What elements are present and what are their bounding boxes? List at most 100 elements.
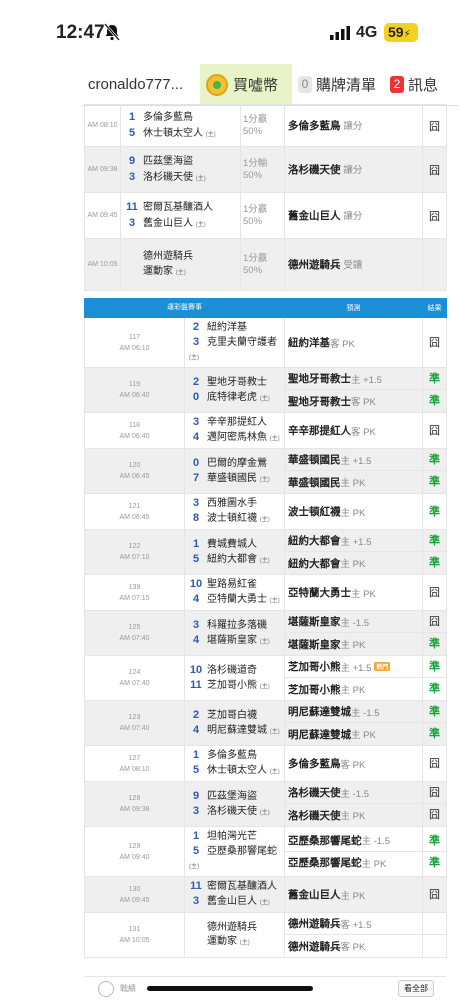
game-no: 125 (128, 624, 141, 631)
prediction-hint: 主 PK (340, 478, 366, 489)
game-no: 129 (128, 842, 141, 850)
team-name: 紐約洋基 (207, 322, 247, 333)
handicap-result: 1分輸 50% (240, 146, 285, 193)
team-line: 4 亞特蘭大勇士 (主) (189, 592, 280, 608)
game-time: AM 09:38 (84, 146, 121, 193)
matchup: 1 費城費城人 5 紐約大都會 (主) (184, 529, 285, 575)
prediction-cell: 紐約大都會 主 +1.5 紐約大都會 主 PK (284, 529, 423, 575)
record-icon (98, 980, 114, 997)
matchup: 德州遊騎兵 運動家 (主) (120, 238, 241, 291)
table-row[interactable]: 139 AM 07:15 10 聖路易紅雀 4 亞特蘭大勇士 (主) 亞特蘭大勇士 主 PK… (84, 574, 447, 611)
msg-count-badge: 2 (390, 76, 404, 93)
team-line: 7 華盛頓國民 (主) (189, 471, 280, 487)
game-number: 120 AM 06:45 (84, 448, 185, 494)
battery-icon: 59⚡ (384, 23, 418, 42)
team-line: 3 洛杉磯天使 (主) (189, 804, 280, 820)
matchup: 9 匹茲堡海盜 3 洛杉磯天使 (主) (120, 146, 241, 193)
tab-buy-coins[interactable]: 買噓幣 (200, 64, 292, 105)
team-name: 坦帕灣光芒 (207, 831, 257, 842)
result-cell: 準準 (422, 826, 447, 877)
prediction-team: 舊金山巨人 (288, 210, 341, 222)
prediction-hint: 讓分 (343, 165, 363, 176)
table-row[interactable]: 122 AM 07:10 1 費城費城人 5 紐約大都會 (主) 紐約大都會 主 +1.5 紐… (84, 529, 447, 575)
coin-icon (206, 73, 228, 96)
handicap-pct: 50% (243, 215, 263, 227)
view-all-button[interactable]: 看全部 (398, 980, 434, 997)
home-tag: (主) (269, 728, 280, 735)
prediction-hint: 讓分 (343, 121, 363, 132)
matchup: 3 科羅拉多落磯 4 堪薩斯皇家 (主) (184, 610, 285, 656)
team-name: 芝加哥白襪 (207, 709, 257, 721)
table-row[interactable]: 124 AM 07:40 10 洛杉磯道奇 11 芝加哥小熊 (主) 芝加哥小熊 主 +1.… (84, 655, 447, 701)
result-mark: 囧 (429, 424, 440, 437)
game-number: 123 AM 07:40 (84, 700, 185, 746)
team-name: 明尼蘇達雙城 (207, 724, 267, 736)
game-time: AM 06:40 (119, 432, 150, 440)
table-row[interactable]: 123 AM 07:40 2 芝加哥白襪 4 明尼蘇達雙城 (主) 明尼蘇達雙城 主 -1.… (84, 700, 447, 746)
prediction-hint: 主 +1.5 (340, 536, 372, 548)
home-tag: (主) (259, 395, 270, 402)
prediction-hint: 主 PK (340, 640, 366, 651)
team-name: 德州遊騎兵 (207, 921, 257, 933)
table-row[interactable]: 125 AM 07:40 3 科羅拉多落磯 4 堪薩斯皇家 (主) 堪薩斯皇家 主 -1.5… (84, 610, 447, 656)
team-line: 1 多倫多藍鳥 (189, 748, 280, 763)
prediction-cell: 紐約洋基 客 PK (284, 317, 423, 368)
team-name: 休士頓太空人 (207, 765, 267, 776)
tab-messages[interactable]: 2 訊息 (384, 64, 444, 105)
prediction-cell: 辛辛那提紅人 客 PK (284, 412, 423, 449)
team-line: 運動家 (主) (189, 935, 280, 950)
bell-muted-icon (104, 23, 120, 41)
team-line: 1 費城費城人 (189, 537, 280, 552)
result-mark: 準 (429, 395, 440, 407)
result-mark (423, 913, 446, 935)
prediction: 德州遊騎兵 受讓 (284, 238, 423, 291)
prediction: 德州遊騎兵 客 +1.5 (285, 913, 422, 935)
tab-user[interactable]: cronaldo777... (82, 64, 200, 105)
header-prediction: 預測 (284, 298, 423, 318)
team-name: 亞特蘭大勇士 (207, 594, 267, 605)
table-row[interactable]: 130 AM 09:45 11 密爾瓦基釀酒人 3 舊金山巨人 (主) 舊金山巨人 主 PK… (84, 876, 447, 913)
prediction-team: 華盛頓國民 (288, 454, 341, 466)
team-line: 5 休士頓太空人 (主) (189, 763, 280, 779)
table-row: AM 10:05 德州遊騎兵 運動家 (主) 1分贏 50% 德州遊騎兵 受讓 (84, 238, 447, 291)
home-tag: (主) (269, 769, 280, 775)
table-row[interactable]: 120 AM 06:45 0 巴爾的摩金鶯 7 華盛頓國民 (主) 華盛頓國民 主 +1.5… (84, 448, 447, 494)
handicap-line: 1分贏 (243, 252, 268, 264)
game-time: AM 08:10 (119, 765, 150, 773)
table-row[interactable]: 128 AM 09:38 9 匹茲堡海盜 3 洛杉磯天使 (主) 洛杉磯天使 主 -1.5 洛… (84, 781, 447, 827)
prediction-hint: 主 +1.5 (340, 455, 372, 467)
prediction-team: 堪薩斯皇家 (288, 638, 341, 651)
team-score: 4 (192, 633, 200, 646)
handicap-result: 1分贏 50% (240, 192, 285, 239)
table-row[interactable]: 117 AM 06:10 2 紐約洋基 3 克里夫蘭守護者 (主) 紐約洋基 客 PK 囧 (84, 317, 447, 368)
table-row[interactable]: 127 AM 08:10 1 多倫多藍鳥 5 休士頓太空人 (主) 多倫多藍鳥 客 PK 囧 (84, 745, 447, 782)
prediction-team: 多倫多藍鳥 (288, 758, 341, 770)
table-row[interactable]: 131 AM 10:05 德州遊騎兵 運動家 (主) 德州遊騎兵 客 +1.5 德州遊騎兵… (84, 912, 447, 958)
tab-purchase-list[interactable]: 0 購牌清單 (292, 64, 384, 105)
prediction-cell: 德州遊騎兵 客 +1.5 德州遊騎兵 客 PK (284, 912, 423, 958)
table-row[interactable]: 118 AM 06:40 3 辛辛那提紅人 4 邁阿密馬林魚 (主) 辛辛那提紅人 客 PK… (84, 412, 447, 449)
prediction-team: 多倫多藍鳥 (288, 120, 341, 132)
table-row[interactable]: 121 AM 06:45 3 西雅圖水手 8 波士頓紅襪 (主) 波士頓紅襪 主 PK 準 (84, 493, 447, 530)
prediction-hint: 主 -1.5 (340, 788, 370, 800)
team-line: 3 克里夫蘭守護者 (主) (189, 335, 280, 365)
team-name: 密爾瓦基釀酒人 (207, 881, 277, 892)
prediction: 芝加哥小熊 主 +1.5 熱門 (285, 656, 422, 678)
prediction: 洛杉磯天使 主 -1.5 (285, 782, 422, 804)
team-score: 8 (192, 512, 200, 524)
result-mark: 囧 (429, 336, 440, 349)
home-tag: (主) (259, 517, 270, 523)
table-row[interactable]: 119 AM 06:40 2 聖地牙哥教士 0 底特律老虎 (主) 聖地牙哥教士 主 +1.… (84, 367, 447, 413)
team-line: 9 匹茲堡海盜 (125, 154, 236, 170)
outcome: 囧 (422, 146, 447, 193)
table-row[interactable]: 129 AM 09:40 1 坦帕灣光芒 5 亞歷桑那響尾蛇 (主) 亞歷桑那響尾蛇 主 -… (84, 826, 447, 877)
prediction-hint: 客 PK (330, 338, 355, 350)
game-number: 118 AM 06:40 (84, 412, 185, 449)
prediction-hint: 主 -1.5 (340, 617, 370, 629)
prediction-team: 聖地牙哥教士 (288, 395, 351, 408)
prediction: 洛杉磯天使 讓分 (284, 146, 423, 193)
team-name: 洛杉磯天使 (143, 171, 193, 183)
team-name: 科羅拉多落磯 (207, 619, 267, 631)
game-number: 122 AM 07:10 (84, 529, 185, 575)
team-line: 德州遊騎兵 (189, 921, 280, 935)
